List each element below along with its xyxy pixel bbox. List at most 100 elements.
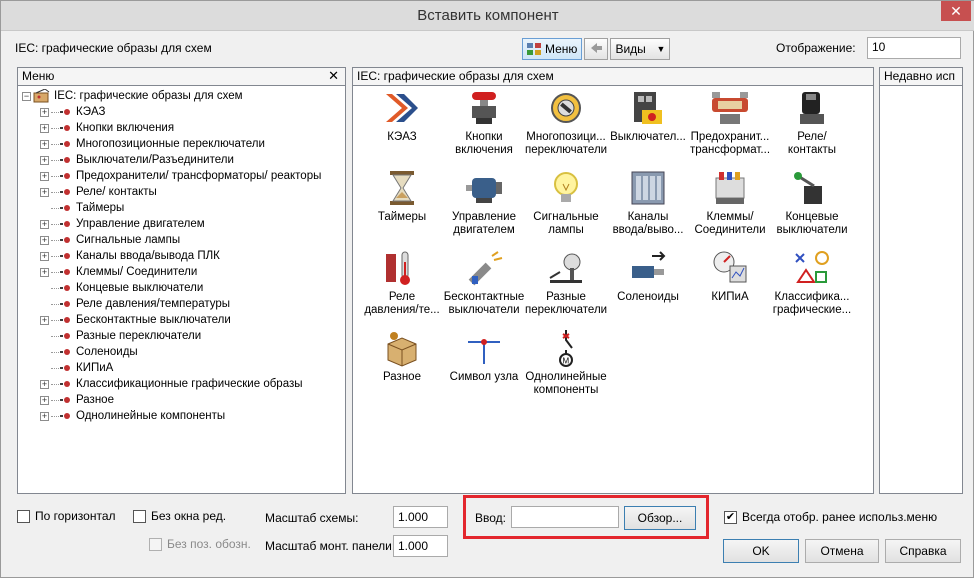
expand-icon[interactable]: + <box>40 411 49 421</box>
tree-item-label: Реле/ контакты <box>76 186 157 198</box>
always-show-checkbox-row[interactable]: ✔ Всегда отобр. ранее использ.меню <box>724 510 937 524</box>
component-group-tile[interactable]: Сигнальные лампы <box>525 168 607 237</box>
component-group-tile[interactable]: Таймеры <box>361 168 443 224</box>
tree-item[interactable]: + Бесконтактные выключатели <box>22 312 321 328</box>
views-dropdown-button[interactable]: Виды ▼ <box>610 38 671 60</box>
tree-item[interactable]: + Классификационные графические образы <box>22 376 321 392</box>
expand-icon[interactable]: + <box>40 107 49 117</box>
tree-item[interactable]: + Каналы ввода/вывода ПЛК <box>22 248 321 264</box>
tree-item[interactable]: + КЭАЗ <box>22 104 321 120</box>
tile-label-line1: Разное <box>383 371 421 383</box>
component-node-icon <box>60 236 72 244</box>
expand-icon[interactable]: + <box>40 395 49 405</box>
push-button-icon <box>464 88 504 128</box>
component-group-tile[interactable]: КИПиА <box>689 248 771 304</box>
component-group-tile[interactable]: Реле давления/те... <box>361 248 443 317</box>
tile-label-line1: Каналы <box>627 211 669 223</box>
tree-root[interactable]: − IEC: графические образы для схем <box>22 88 321 104</box>
tile-label-line1: Классифика... <box>774 291 850 303</box>
component-group-tile[interactable]: Предохранит... трансформат... <box>689 88 771 157</box>
expand-icon[interactable]: + <box>40 267 49 277</box>
insert-component-dialog: Вставить компонент ✕ IEC: графические об… <box>0 0 974 578</box>
menu-view-button[interactable]: Меню <box>522 38 583 60</box>
tree-item[interactable]: + Реле/ контакты <box>22 184 321 200</box>
component-group-tile[interactable]: КЭАЗ <box>361 88 443 144</box>
tree-item[interactable]: Соленоиды <box>22 344 321 360</box>
component-group-tile[interactable]: Кнопки включения <box>443 88 525 157</box>
component-group-tile[interactable]: Символ узла <box>443 328 525 384</box>
tree-item[interactable]: + Многопозиционные переключатели <box>22 136 321 152</box>
expand-icon[interactable]: + <box>40 235 49 245</box>
tree-item-label: Классификационные графические образы <box>76 378 303 390</box>
always-show-checkbox[interactable]: ✔ <box>724 510 737 524</box>
close-button[interactable]: ✕ <box>941 1 971 21</box>
misc-switch-icon <box>546 248 586 288</box>
close-panel-icon[interactable]: ✕ <box>328 68 339 84</box>
tree-item[interactable]: Таймеры <box>22 200 321 216</box>
component-group-tile[interactable]: Многопозици... переключатели <box>525 88 607 157</box>
component-group-tile[interactable]: Реле/контакты <box>771 88 853 157</box>
tree-item-label: Сигнальные лампы <box>76 234 181 246</box>
component-group-tile[interactable]: Клеммы/Соединители <box>689 168 771 237</box>
expand-icon[interactable]: + <box>40 139 49 149</box>
classification-icon <box>792 248 832 288</box>
component-group-tile[interactable]: Выключател... <box>607 88 689 144</box>
recent-panel-title: Недавно исп <box>884 69 955 83</box>
back-button[interactable] <box>584 38 609 60</box>
tree-connector <box>51 255 59 257</box>
component-group-tile[interactable]: Концевые выключатели <box>771 168 853 237</box>
tree-item[interactable]: + Управление двигателем <box>22 216 321 232</box>
tree-item[interactable]: Реле давления/температуры <box>22 296 321 312</box>
tree-connector <box>51 223 59 225</box>
component-group-tile[interactable]: Бесконтактные выключатели <box>443 248 525 317</box>
display-count-input[interactable]: 10 <box>867 37 961 59</box>
misc-box-icon <box>382 328 422 368</box>
component-group-tile[interactable]: Каналы ввода/выво... <box>607 168 689 237</box>
tree-connector <box>51 111 59 113</box>
no-edit-window-checkbox-row[interactable]: Без окна ред. <box>133 509 226 523</box>
tree-item[interactable]: Разные переключатели <box>22 328 321 344</box>
panel-scale-input[interactable]: 1.000 <box>393 535 448 557</box>
component-group-tile[interactable]: Разные переключатели <box>525 248 607 317</box>
ok-button[interactable]: OK <box>723 539 799 563</box>
expand-icon[interactable]: + <box>40 251 49 261</box>
scheme-scale-input[interactable]: 1.000 <box>393 506 448 528</box>
tree-connector <box>51 383 59 385</box>
expand-icon[interactable]: + <box>40 123 49 133</box>
tree-item[interactable]: + Предохранители/ трансформаторы/ реактор… <box>22 168 321 184</box>
no-edit-window-checkbox[interactable] <box>133 509 146 523</box>
tree-item[interactable]: + Клеммы/ Соединители <box>22 264 321 280</box>
component-group-tile[interactable]: Соленоиды <box>607 248 689 304</box>
input-label: Ввод: <box>475 511 506 525</box>
tile-label-line1: Управление <box>452 211 516 223</box>
component-group-tile[interactable]: Управление двигателем <box>443 168 525 237</box>
tree-item[interactable]: КИПиА <box>22 360 321 376</box>
component-group-tile[interactable]: M Однолинейные компоненты <box>525 328 607 397</box>
expand-icon[interactable]: + <box>40 379 49 389</box>
cancel-button[interactable]: Отмена <box>805 539 879 563</box>
help-button[interactable]: Справка <box>885 539 961 563</box>
tree-item[interactable]: Концевые выключатели <box>22 280 321 296</box>
tree-item-label: КЭАЗ <box>76 106 106 118</box>
expand-icon[interactable]: + <box>40 219 49 229</box>
browse-button[interactable]: Обзор... <box>624 506 696 530</box>
expand-icon[interactable]: + <box>40 155 49 165</box>
component-group-tile[interactable]: Классифика... графические... <box>771 248 853 317</box>
tile-label-line1: КИПиА <box>711 291 749 303</box>
tree-item[interactable]: + Выключатели/Разъединители <box>22 152 321 168</box>
tree-item[interactable]: + Разное <box>22 392 321 408</box>
expand-icon[interactable]: + <box>40 171 49 181</box>
tree-item[interactable]: + Однолинейные компоненты <box>22 408 321 424</box>
component-input[interactable] <box>511 506 619 528</box>
tree-item[interactable]: + Кнопки включения <box>22 120 321 136</box>
tree-item-label: Реле давления/температуры <box>76 298 231 310</box>
horizontal-checkbox[interactable] <box>17 509 30 523</box>
no-position-checkbox <box>149 537 162 551</box>
component-group-tile[interactable]: Разное <box>361 328 443 384</box>
collapse-icon[interactable]: − <box>22 91 31 101</box>
horizontal-checkbox-row[interactable]: По горизонтал <box>17 509 116 523</box>
tree-item[interactable]: + Сигнальные лампы <box>22 232 321 248</box>
expand-icon[interactable]: + <box>40 315 49 325</box>
plc-io-icon <box>628 168 668 208</box>
expand-icon[interactable]: + <box>40 187 49 197</box>
